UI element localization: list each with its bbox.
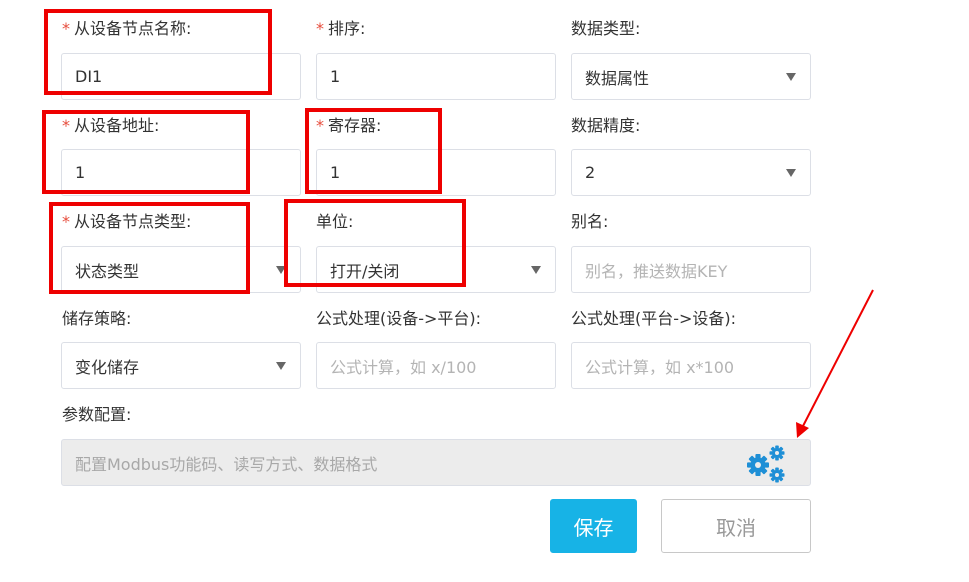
annotation-arrow <box>796 289 874 438</box>
